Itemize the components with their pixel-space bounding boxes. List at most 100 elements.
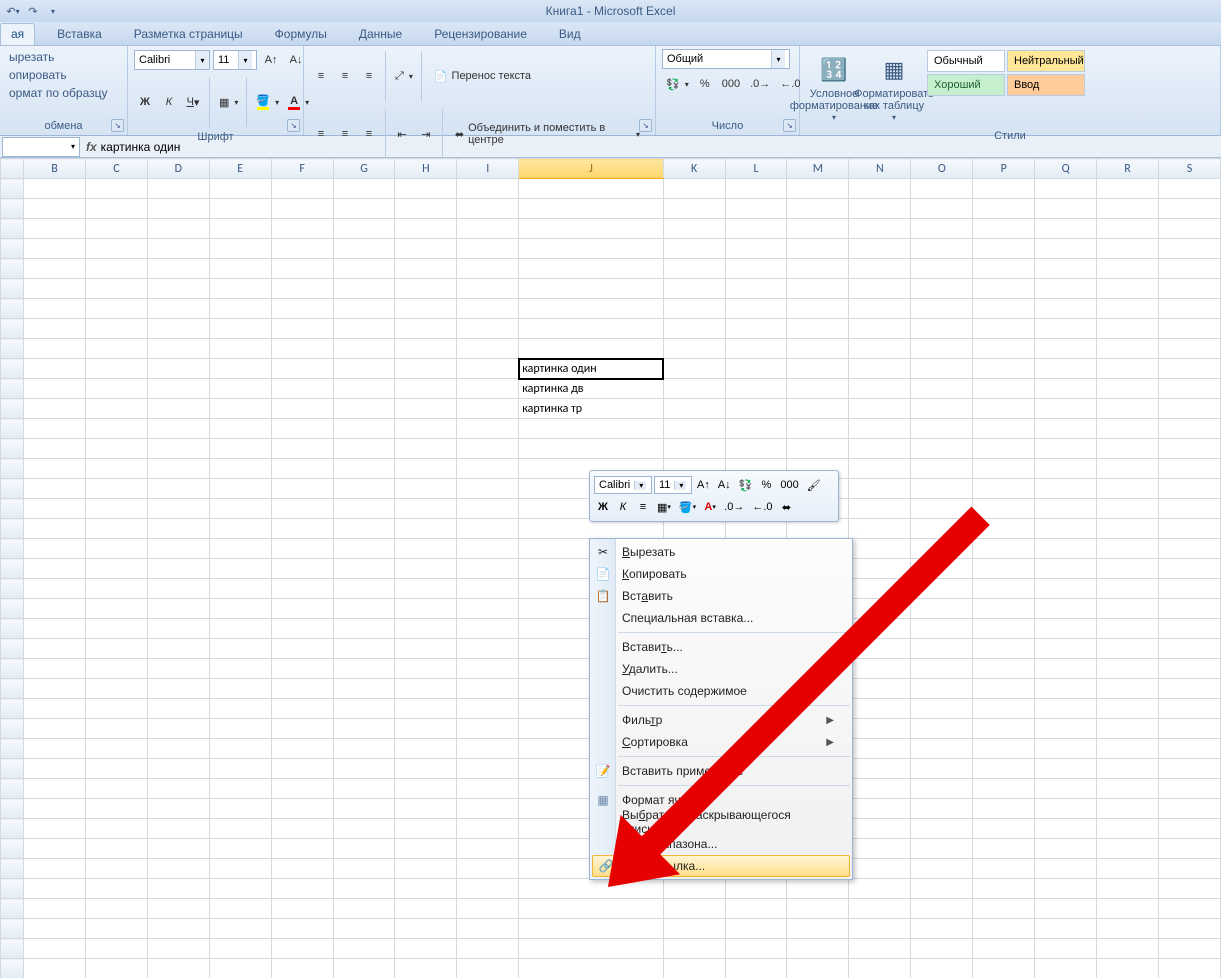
cell[interactable]: [24, 899, 86, 919]
cell[interactable]: [333, 459, 395, 479]
cell[interactable]: [911, 839, 973, 859]
cell[interactable]: [973, 859, 1035, 879]
cell[interactable]: [849, 539, 911, 559]
cell[interactable]: [519, 279, 663, 299]
row-header[interactable]: [1, 659, 24, 679]
cell[interactable]: [86, 379, 148, 399]
cell[interactable]: [271, 299, 333, 319]
cell[interactable]: [1035, 439, 1097, 459]
cell[interactable]: [457, 799, 519, 819]
cell[interactable]: [519, 439, 663, 459]
cell[interactable]: [457, 659, 519, 679]
cell[interactable]: [973, 279, 1035, 299]
cell[interactable]: [395, 179, 457, 199]
cell[interactable]: [86, 299, 148, 319]
cell[interactable]: [457, 399, 519, 419]
row-header[interactable]: [1, 359, 24, 379]
cell[interactable]: [725, 879, 787, 899]
cell[interactable]: [209, 619, 271, 639]
cell[interactable]: [209, 659, 271, 679]
cell[interactable]: [911, 359, 973, 379]
italic-icon[interactable]: К: [158, 91, 180, 113]
cell[interactable]: [86, 659, 148, 679]
cell[interactable]: [209, 219, 271, 239]
cell[interactable]: [1158, 199, 1220, 219]
row-header[interactable]: [1, 259, 24, 279]
cell[interactable]: [973, 519, 1035, 539]
column-header[interactable]: K: [663, 159, 725, 179]
worksheet-grid[interactable]: BCDEFGHIJKLMNOPQRSкартинка одинкартинка …: [0, 158, 1221, 978]
cell[interactable]: [395, 459, 457, 479]
cell[interactable]: [271, 719, 333, 739]
tab-formulas[interactable]: Формулы: [265, 24, 337, 45]
cell[interactable]: [1035, 899, 1097, 919]
cell[interactable]: [787, 239, 849, 259]
cell[interactable]: [663, 379, 725, 399]
cell[interactable]: [1097, 959, 1159, 978]
cell[interactable]: [1097, 259, 1159, 279]
cell[interactable]: [1035, 379, 1097, 399]
cell[interactable]: [147, 479, 209, 499]
row-header[interactable]: [1, 779, 24, 799]
cell[interactable]: [271, 599, 333, 619]
cell[interactable]: [147, 499, 209, 519]
cell[interactable]: [519, 199, 663, 219]
cell[interactable]: [209, 539, 271, 559]
cell[interactable]: [1158, 299, 1220, 319]
cell[interactable]: [1097, 499, 1159, 519]
cell[interactable]: [395, 239, 457, 259]
cell[interactable]: картинка дв: [519, 379, 663, 399]
cell[interactable]: [271, 859, 333, 879]
cell[interactable]: [333, 839, 395, 859]
cell[interactable]: [333, 579, 395, 599]
cell[interactable]: [209, 259, 271, 279]
cell[interactable]: [271, 699, 333, 719]
cell[interactable]: [147, 819, 209, 839]
cell[interactable]: [457, 879, 519, 899]
cell[interactable]: [663, 259, 725, 279]
italic-icon[interactable]: К: [614, 498, 632, 516]
cell[interactable]: [147, 219, 209, 239]
menu-item[interactable]: Имя диапазона...: [590, 833, 852, 855]
cell[interactable]: [86, 319, 148, 339]
cell[interactable]: [209, 739, 271, 759]
cell[interactable]: [395, 519, 457, 539]
cell[interactable]: [1035, 339, 1097, 359]
row-header[interactable]: [1, 419, 24, 439]
cell[interactable]: [1035, 739, 1097, 759]
cell[interactable]: [333, 679, 395, 699]
cell-style-normal[interactable]: Обычный: [927, 50, 1005, 72]
cell[interactable]: [1158, 779, 1220, 799]
cell[interactable]: [333, 619, 395, 639]
cell[interactable]: [1097, 699, 1159, 719]
cell[interactable]: [849, 399, 911, 419]
cell[interactable]: [663, 239, 725, 259]
cell[interactable]: [86, 439, 148, 459]
cell[interactable]: [86, 579, 148, 599]
cell[interactable]: [333, 379, 395, 399]
cell[interactable]: [147, 739, 209, 759]
cell[interactable]: [1158, 799, 1220, 819]
cell[interactable]: [147, 239, 209, 259]
cell[interactable]: [24, 559, 86, 579]
cell[interactable]: [1158, 259, 1220, 279]
cell[interactable]: [725, 179, 787, 199]
cell[interactable]: [395, 499, 457, 519]
cell[interactable]: [1035, 799, 1097, 819]
cell[interactable]: [725, 219, 787, 239]
cell[interactable]: [24, 339, 86, 359]
fx-icon[interactable]: fx: [86, 140, 97, 154]
cell[interactable]: [86, 539, 148, 559]
format-as-table-button[interactable]: ▦Форматировать как таблицу▾: [866, 49, 922, 128]
cell[interactable]: [849, 219, 911, 239]
cell[interactable]: [271, 439, 333, 459]
cell[interactable]: [333, 779, 395, 799]
undo-icon[interactable]: ↶▾: [4, 2, 22, 20]
cell[interactable]: [973, 479, 1035, 499]
cell[interactable]: [1158, 379, 1220, 399]
cell[interactable]: [86, 599, 148, 619]
cell[interactable]: [209, 299, 271, 319]
cell[interactable]: [209, 239, 271, 259]
cell[interactable]: [333, 699, 395, 719]
cell[interactable]: [1097, 319, 1159, 339]
